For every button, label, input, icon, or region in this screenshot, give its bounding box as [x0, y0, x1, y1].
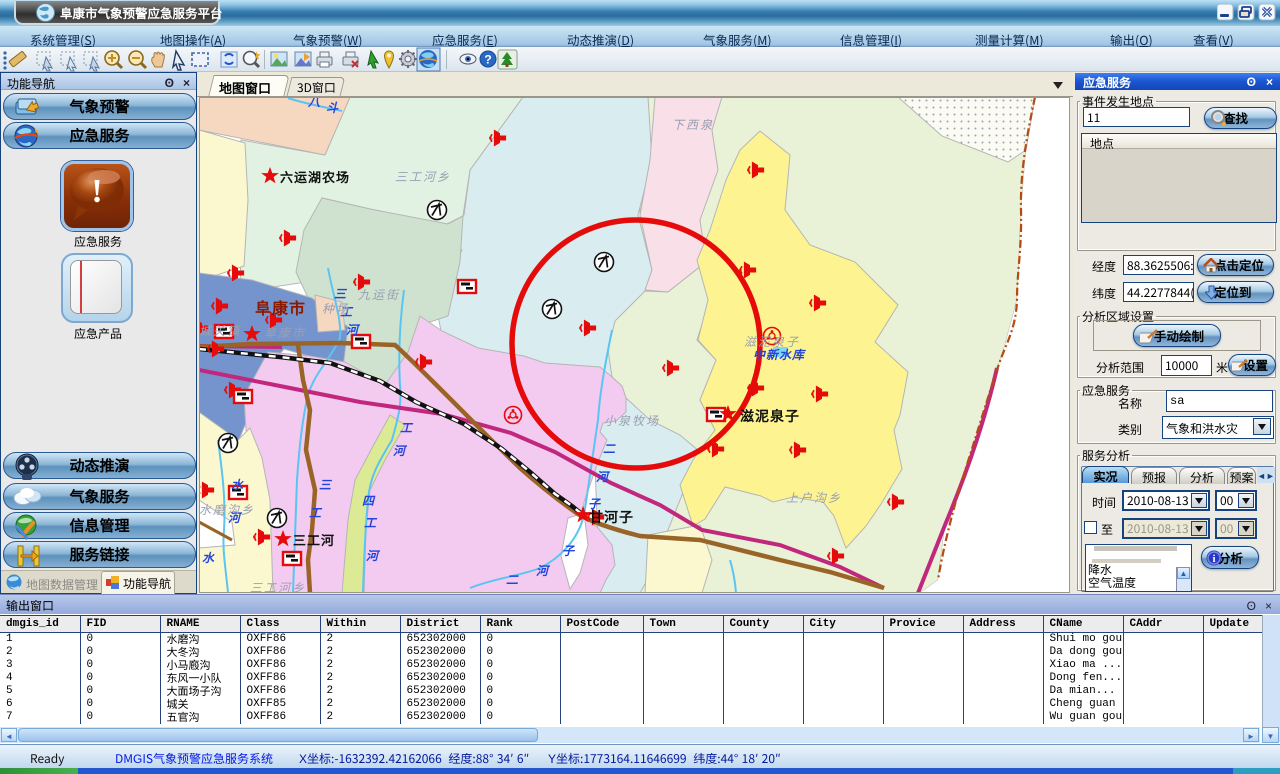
svg-text:斗: 斗	[326, 99, 339, 116]
svg-text:滋泥泉子: 滋泥泉子	[740, 406, 800, 426]
svg-text:中新水库: 中新水库	[753, 346, 806, 363]
svg-text:三工河乡: 三工河乡	[250, 579, 306, 593]
svg-text:甘河子: 甘河子	[589, 507, 634, 527]
svg-text:水磨沟乡: 水磨沟乡	[199, 501, 255, 518]
svg-text:六运湖农场: 六运湖农场	[280, 167, 350, 186]
svg-text:城关镇: 城关镇	[199, 322, 241, 339]
svg-text:九运街: 九运街	[358, 286, 400, 303]
svg-text:水: 水	[202, 549, 215, 566]
svg-text:三工河: 三工河	[293, 530, 335, 549]
svg-text:!: !	[91, 173, 102, 210]
svg-text:i: i	[1212, 553, 1215, 565]
svg-text:?: ?	[484, 53, 491, 67]
svg-text:二: 二	[506, 571, 519, 588]
svg-text:八: 八	[307, 97, 321, 110]
svg-text:小泉牧场: 小泉牧场	[604, 412, 660, 429]
svg-text:工: 工	[309, 504, 323, 521]
svg-text:工: 工	[364, 514, 378, 531]
svg-text:种场: 种场	[322, 300, 350, 317]
svg-text:四: 四	[362, 492, 376, 509]
svg-text:三: 三	[319, 476, 333, 493]
svg-text:水: 水	[231, 476, 244, 493]
svg-text:阜康市: 阜康市	[264, 324, 306, 341]
svg-text:阜康市: 阜康市	[255, 295, 306, 319]
svg-text:上户沟乡: 上户沟乡	[786, 489, 842, 506]
svg-text:下西泉: 下西泉	[672, 116, 714, 133]
svg-text:三工河乡: 三工河乡	[395, 168, 451, 185]
svg-text:子: 子	[562, 542, 576, 559]
svg-text:二: 二	[603, 440, 616, 457]
svg-text:工: 工	[400, 419, 414, 436]
